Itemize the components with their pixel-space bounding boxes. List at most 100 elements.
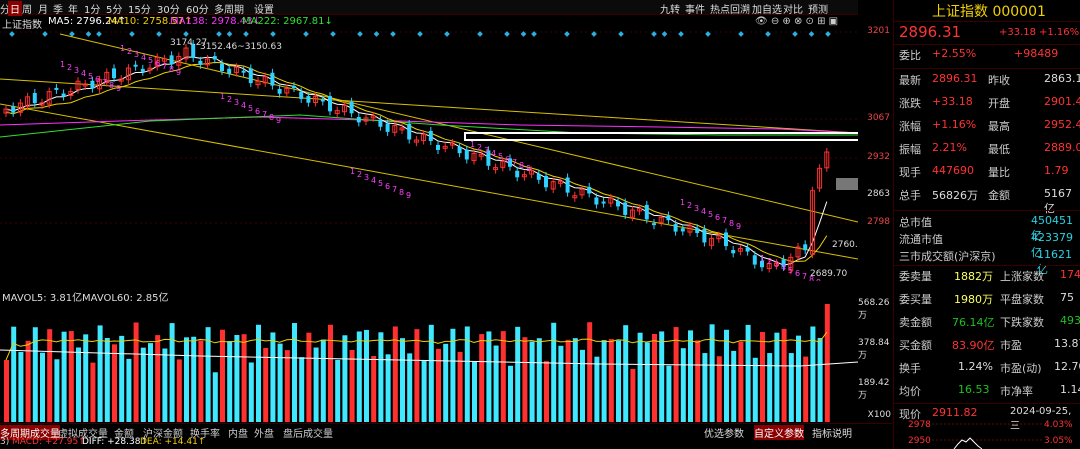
event-diamond (738, 31, 744, 37)
jiuzhuan-digit: 8 (519, 161, 524, 170)
jiuzhuan-digit: 8 (269, 113, 274, 122)
period-week[interactable]: 周 (22, 1, 32, 16)
period-5min[interactable]: 5分 (106, 1, 122, 16)
volume-bar (637, 332, 643, 422)
jiuzhuan-digit: 9 (526, 164, 531, 173)
label: 振幅 (899, 143, 921, 156)
value: 1882万 (954, 270, 993, 283)
volume-bar (644, 342, 650, 422)
hotspot-button[interactable]: 热点回溯 (710, 1, 750, 16)
index-name: 上证指数 (932, 4, 988, 20)
period-15min[interactable]: 15分 (128, 1, 151, 16)
label: 总手 (899, 189, 921, 202)
volume-bar (666, 365, 672, 422)
jiuzhuan-digit: 6 (505, 155, 510, 164)
label: 委买量 (899, 293, 932, 306)
settings-button[interactable]: 设置 (254, 1, 274, 16)
jiuzhuan-digit: 8 (399, 188, 404, 197)
jiuzhuan-digit: 7 (162, 62, 167, 71)
jiuzhuan-button[interactable]: 九转 (660, 1, 680, 16)
volume-bar (4, 360, 9, 422)
value: 2889.09 (1044, 141, 1080, 154)
last-annotation: 2760. (832, 240, 858, 250)
candle-body (378, 119, 383, 127)
low-annotation: 2689.70 (810, 269, 847, 279)
forecast-button[interactable]: 预测 (808, 1, 828, 16)
label: 金额 (988, 189, 1010, 202)
candle-body (299, 91, 304, 99)
volume-bar (169, 323, 175, 422)
jiuzhuan-digit: 3 (234, 98, 239, 107)
volume-bar (745, 324, 751, 422)
candle-body (292, 85, 296, 88)
period-60min[interactable]: 60分 (186, 1, 209, 16)
volume-bar (558, 345, 564, 422)
period-day[interactable]: 日 (8, 1, 22, 16)
compare-button[interactable]: 对比 (783, 1, 803, 16)
channel-mid (0, 78, 858, 134)
jiuzhuan-digit: 7 (262, 110, 267, 119)
volume-bar (349, 350, 355, 422)
volume-axis: 568.26万 378.84万 189.42万 X100 (858, 298, 892, 422)
candle-body (594, 197, 599, 205)
jiuzhuan-digit: 2 (127, 47, 132, 56)
volume-bar (659, 331, 665, 422)
price-tick: 3067 (867, 113, 890, 123)
event-diamond (618, 31, 624, 37)
period-1min[interactable]: 1分 (84, 1, 100, 16)
volume-bar (61, 331, 67, 422)
volume-bar (234, 334, 240, 422)
add-watchlist-button[interactable]: 加自选 (752, 1, 782, 16)
jiuzhuan-digits: 1 2 3 4 5 6 7 8 91 2 3 4 5 6 7 8 91 2 3 4 5 6 7 8 91 2 3 4 5 6 7 8 91 2 3 4… (60, 44, 821, 281)
volume-bar (414, 329, 420, 422)
volume-bar (472, 361, 477, 422)
jiuzhuan-digit: 1 (470, 140, 475, 149)
volume-bar (781, 328, 787, 422)
dea-value: DEA: +14.41↑ (140, 437, 206, 447)
volume-bar (104, 337, 110, 422)
candle-body (587, 186, 592, 194)
jiuzhuan-digit: 6 (385, 182, 390, 191)
period-year[interactable]: 年 (68, 1, 78, 16)
volume-bar (83, 334, 89, 422)
period-30min[interactable]: 30分 (157, 1, 180, 16)
price-tick: 2798 (867, 217, 890, 227)
volume-bar (428, 324, 434, 422)
volume-bar (356, 331, 362, 422)
volume-bar (673, 327, 679, 422)
events-button[interactable]: 事件 (685, 1, 705, 16)
value: 493 (1060, 314, 1080, 327)
jiuzhuan-digit: 9 (176, 68, 181, 77)
period-multi[interactable]: 多周期 (214, 1, 244, 16)
label: 平盘家数 (1000, 293, 1044, 306)
volume-bar (443, 343, 449, 422)
now-row: 现价 2911.82 2024-09-25,三 (894, 406, 1080, 432)
jiuzhuan-digit: 7 (512, 158, 517, 167)
jiuzhuan-digit: 9 (736, 222, 741, 231)
value: 447690 (932, 164, 974, 177)
volume-bar (616, 340, 621, 422)
label: 下跌家数 (1000, 316, 1044, 329)
change-big: +33.18 (999, 27, 1037, 38)
volume-chart[interactable] (0, 300, 858, 422)
volume-bar (119, 335, 125, 422)
candle-body (601, 201, 606, 204)
indicator-tabs: 多周期成交量 虚拟成交量 金额 沪深金额 换手率 内盘 外盘 盘后成交量 优选参… (0, 423, 892, 440)
label: 昨收 (988, 74, 1010, 87)
price-tick-extra: 2863 (867, 189, 890, 199)
volume-bar (450, 328, 456, 422)
volume-bar (572, 338, 578, 422)
value: +1.16% (932, 118, 977, 131)
period-month[interactable]: 月 (38, 1, 48, 16)
jiuzhuan-digit: 8 (109, 81, 114, 90)
channel-lower (0, 103, 858, 260)
candlestick-chart[interactable]: 1 2 3 4 5 6 7 8 91 2 3 4 5 6 7 8 91 2 3 4 5 6 7 8 91 2 3 4 5 6 7 8 91 2 3 4… (0, 29, 858, 281)
volume-bar (544, 361, 549, 422)
volume-bar (817, 338, 823, 422)
candle-body (666, 215, 671, 221)
value: 76.14亿 (952, 316, 995, 329)
candle-body (652, 223, 656, 226)
candle-body (457, 146, 462, 154)
period-quarter[interactable]: 季 (53, 1, 63, 16)
view-icons[interactable]: 👁 ⊖ ⊕ ⊗ ⊙ ⊞ ▣ (755, 16, 838, 27)
